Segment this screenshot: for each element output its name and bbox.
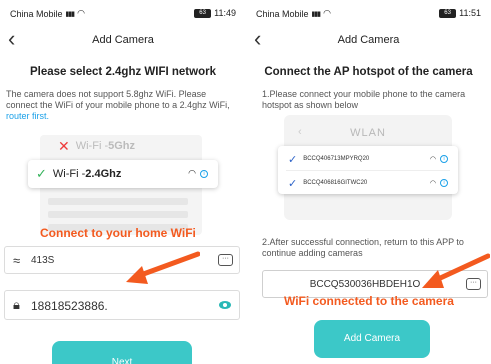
wifi-signal-icon: ◠	[429, 180, 436, 187]
status-bar: China Mobile ▮▮▮ ◠ 63 11:49	[0, 0, 246, 26]
status-bar: China Mobile ▮▮▮ ◠ 63 11:51	[246, 0, 491, 26]
page-title: Add Camera	[92, 34, 154, 46]
wifi-signal-icon: ◠	[188, 168, 196, 178]
check-icon: ✓	[36, 166, 47, 181]
divider	[286, 170, 450, 171]
annotation-arrow	[422, 253, 490, 288]
description: The camera does not support 5.8ghz WiFi.…	[6, 89, 230, 121]
wifi-status-icon: ◠	[77, 8, 85, 18]
wlan-label: WLAN	[350, 127, 386, 139]
wifi-icon: ≈	[13, 253, 21, 268]
placeholder-bar	[48, 211, 188, 218]
page-title: Add Camera	[337, 34, 400, 46]
section-heading: Connect the AP hotspot of the camera	[264, 66, 473, 78]
annotation-arrow	[126, 251, 200, 284]
battery-icon: 63	[439, 8, 457, 18]
password-field[interactable]: 🔒︎ 18818523886.	[4, 290, 240, 320]
more-button[interactable]: ···	[218, 254, 233, 266]
annotation-wifi-connected: WiFi connected to the camera	[284, 294, 454, 308]
step-1-text: 1.Please connect your mobile phone to th…	[262, 89, 466, 110]
wifi-24g-option: ✓ Wi-Fi - 2.4Ghz ◠ i	[28, 160, 218, 188]
router-link[interactable]: router first.	[6, 111, 49, 121]
info-icon: i	[200, 169, 208, 178]
nav-bar: ‹ Add Camera	[246, 26, 491, 54]
status-time: 11:49	[214, 8, 236, 18]
check-icon: ✓	[288, 153, 298, 166]
wifi-signal-icon: ◠	[429, 156, 436, 163]
ap-list-card: ✓ BCCQ406713MPYRQ20 ◠ i ✓ BCCQ406816GITW…	[278, 146, 458, 194]
wifi-5g-option: ✕ Wi-Fi - 5Ghz	[58, 138, 136, 154]
cellular-signal-icon: ▮▮▮	[65, 10, 76, 18]
placeholder-bar	[48, 198, 188, 205]
carrier-name: China Mobile	[256, 8, 309, 19]
lock-icon: 🔒︎	[13, 297, 20, 312]
annotation-connect-home-wifi: Connect to your home WiFi	[40, 226, 196, 240]
section-heading: Please select 2.4ghz WIFI network	[30, 66, 216, 78]
battery-icon: 63	[194, 8, 212, 18]
nav-bar: ‹ Add Camera	[0, 26, 246, 54]
info-icon: i	[440, 155, 448, 163]
ap-hotspot-screen: China Mobile ▮▮▮ ◠ 63 11:51 ‹ Add Camera…	[246, 0, 491, 364]
cellular-signal-icon: ▮▮▮	[311, 10, 322, 18]
carrier-name: China Mobile	[10, 8, 63, 19]
next-button[interactable]: Next	[52, 341, 192, 364]
wifi-status-icon: ◠	[323, 8, 331, 18]
add-camera-button[interactable]: Add Camera	[314, 320, 430, 358]
status-time: 11:51	[459, 8, 481, 18]
ap-list-item: ✓ BCCQ406816GITWC20 ◠ i	[278, 172, 458, 194]
cross-icon: ✕	[58, 138, 70, 154]
ap-list-item: ✓ BCCQ406713MPYRQ20 ◠ i	[278, 148, 458, 170]
eye-icon[interactable]	[219, 301, 231, 309]
check-icon: ✓	[288, 177, 298, 190]
info-icon: i	[440, 179, 448, 187]
wifi-select-screen: China Mobile ▮▮▮ ◠ 63 11:49 ‹ Add Camera…	[0, 0, 246, 364]
